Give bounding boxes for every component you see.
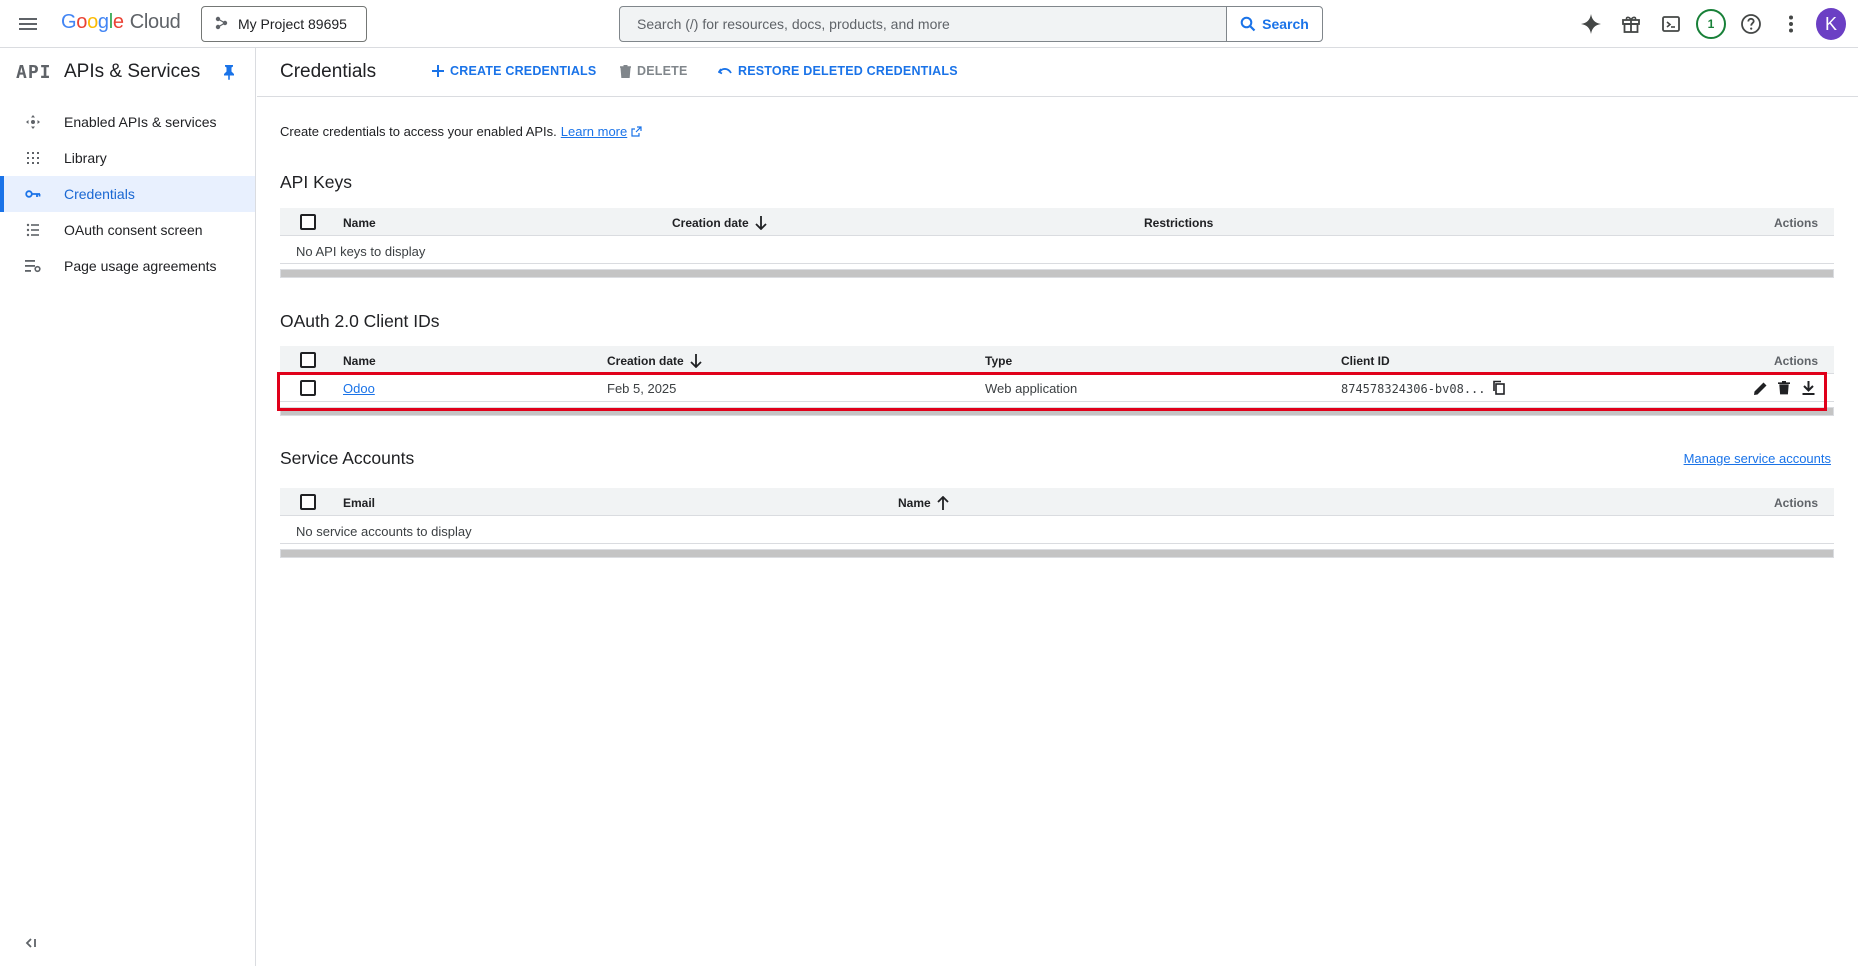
account-avatar[interactable]: K	[1816, 8, 1846, 40]
service-accounts-title: Service Accounts	[280, 448, 415, 468]
google-cloud-logo[interactable]: Google Cloud	[61, 11, 181, 34]
search-button[interactable]: Search	[1226, 7, 1322, 41]
sidebar-item-oauth-consent[interactable]: OAuth consent screen	[0, 212, 255, 248]
horizontal-scrollbar[interactable]	[280, 549, 1834, 558]
column-restrictions: Restrictions	[1144, 216, 1214, 230]
select-all-oauth-checkbox[interactable]	[300, 352, 316, 368]
pin-icon[interactable]	[222, 64, 236, 83]
main-menu-icon[interactable]	[18, 14, 38, 34]
column-name[interactable]: Name	[343, 216, 376, 230]
search-icon	[1240, 16, 1256, 32]
sidebar-item-enabled-apis[interactable]: Enabled APIs & services	[0, 104, 255, 140]
enabled-apis-icon	[24, 113, 42, 131]
create-credentials-button[interactable]: CREATE CREDENTIALS	[432, 64, 596, 78]
gemini-sparkle-icon[interactable]	[1576, 8, 1606, 40]
key-icon	[24, 185, 42, 203]
top-bar: GoogleCloud My Project 89695 Search 1	[0, 0, 1858, 48]
more-options-icon[interactable]	[1776, 8, 1806, 40]
api-keys-empty-row: No API keys to display	[280, 236, 1834, 264]
action-bar: Credentials CREATE CREDENTIALS DELETE RE…	[257, 48, 1858, 97]
sidebar-item-page-usage[interactable]: Page usage agreements	[0, 248, 255, 284]
service-accounts-table: Email Name Actions No service accounts t…	[280, 488, 1834, 558]
search-bar: Search	[619, 6, 1323, 42]
horizontal-scrollbar[interactable]	[280, 407, 1834, 416]
library-icon	[24, 149, 42, 167]
api-logo: API	[16, 62, 52, 83]
api-keys-table: Name Creation date Restrictions Actions …	[280, 208, 1834, 278]
client-name-link[interactable]: Odoo	[343, 381, 375, 396]
select-all-api-keys-checkbox[interactable]	[300, 214, 316, 230]
service-accounts-header-row: Email Name Actions	[280, 488, 1834, 516]
service-accounts-empty-row: No service accounts to display	[280, 516, 1834, 544]
empty-message: No API keys to display	[296, 244, 426, 259]
column-type: Type	[985, 354, 1013, 368]
column-creation-date[interactable]: Creation date	[607, 354, 702, 368]
client-id-value: 874578324306-bv08...	[1341, 382, 1486, 396]
row-checkbox[interactable]	[300, 380, 316, 396]
sort-descending-icon	[690, 354, 702, 368]
sidebar-header: API APIs & Services	[0, 48, 255, 96]
oauth-table: Name Creation date Type Client ID Action…	[280, 346, 1834, 416]
plus-icon	[432, 65, 444, 77]
client-type: Web application	[985, 381, 1078, 396]
delete-icon[interactable]	[1776, 380, 1792, 396]
sidebar-item-library[interactable]: Library	[0, 140, 255, 176]
sort-descending-icon	[755, 216, 767, 230]
column-actions: Actions	[1773, 354, 1818, 368]
page-usage-icon	[24, 257, 42, 275]
restore-deleted-credentials-button[interactable]: RESTORE DELETED CREDENTIALS	[718, 64, 958, 78]
column-email[interactable]: Email	[343, 496, 375, 510]
edit-icon[interactable]	[1752, 380, 1768, 396]
select-all-service-accounts-checkbox[interactable]	[300, 494, 316, 510]
delete-button[interactable]: DELETE	[620, 64, 688, 78]
sidebar-title: APIs & Services	[64, 61, 201, 82]
project-name: My Project 89695	[238, 16, 347, 32]
download-icon[interactable]	[1800, 380, 1816, 396]
project-icon	[215, 16, 229, 33]
column-name[interactable]: Name	[898, 496, 949, 510]
api-keys-header-row: Name Creation date Restrictions Actions	[280, 208, 1834, 236]
table-row: Odoo Feb 5, 2025 Web application 8745783…	[280, 374, 1834, 402]
row-actions	[1752, 380, 1816, 396]
learn-more-link[interactable]: Learn more	[561, 124, 627, 139]
collapse-sidebar-icon[interactable]	[24, 936, 38, 952]
page-title: Credentials	[280, 61, 377, 82]
external-link-icon	[631, 126, 642, 137]
sort-ascending-icon	[937, 496, 949, 510]
oauth-consent-icon	[24, 221, 42, 239]
notifications-badge[interactable]: 1	[1696, 8, 1726, 40]
top-icons: 1 K	[1576, 8, 1846, 40]
undo-icon	[718, 67, 732, 74]
gift-icon[interactable]	[1616, 8, 1646, 40]
help-icon[interactable]	[1736, 8, 1766, 40]
copy-icon[interactable]	[1492, 380, 1505, 398]
sidebar-item-credentials[interactable]: Credentials	[0, 176, 255, 212]
sidebar: API APIs & Services Enabled APIs & servi…	[0, 48, 256, 966]
client-creation-date: Feb 5, 2025	[607, 381, 677, 396]
column-actions: Actions	[1773, 496, 1818, 510]
api-keys-title: API Keys	[280, 172, 352, 192]
oauth-header-row: Name Creation date Type Client ID Action…	[280, 346, 1834, 374]
horizontal-scrollbar[interactable]	[280, 269, 1834, 278]
manage-service-accounts-link[interactable]: Manage service accounts	[1684, 451, 1831, 466]
cloud-shell-terminal-icon[interactable]	[1656, 8, 1686, 40]
column-client-id: Client ID	[1341, 354, 1390, 368]
sidebar-nav: Enabled APIs & services Library Credenti…	[0, 104, 255, 284]
intro-text: Create credentials to access your enable…	[280, 124, 642, 139]
column-name[interactable]: Name	[343, 354, 376, 368]
trash-icon	[620, 64, 631, 78]
oauth-title: OAuth 2.0 Client IDs	[280, 311, 440, 331]
column-creation-date[interactable]: Creation date	[672, 216, 767, 230]
search-input[interactable]	[620, 7, 1226, 41]
empty-message: No service accounts to display	[296, 524, 472, 539]
main-content: Credentials CREATE CREDENTIALS DELETE RE…	[257, 48, 1858, 966]
column-actions: Actions	[1773, 216, 1818, 230]
client-id-cell: 874578324306-bv08...	[1341, 380, 1505, 398]
project-picker-button[interactable]: My Project 89695	[201, 6, 367, 42]
